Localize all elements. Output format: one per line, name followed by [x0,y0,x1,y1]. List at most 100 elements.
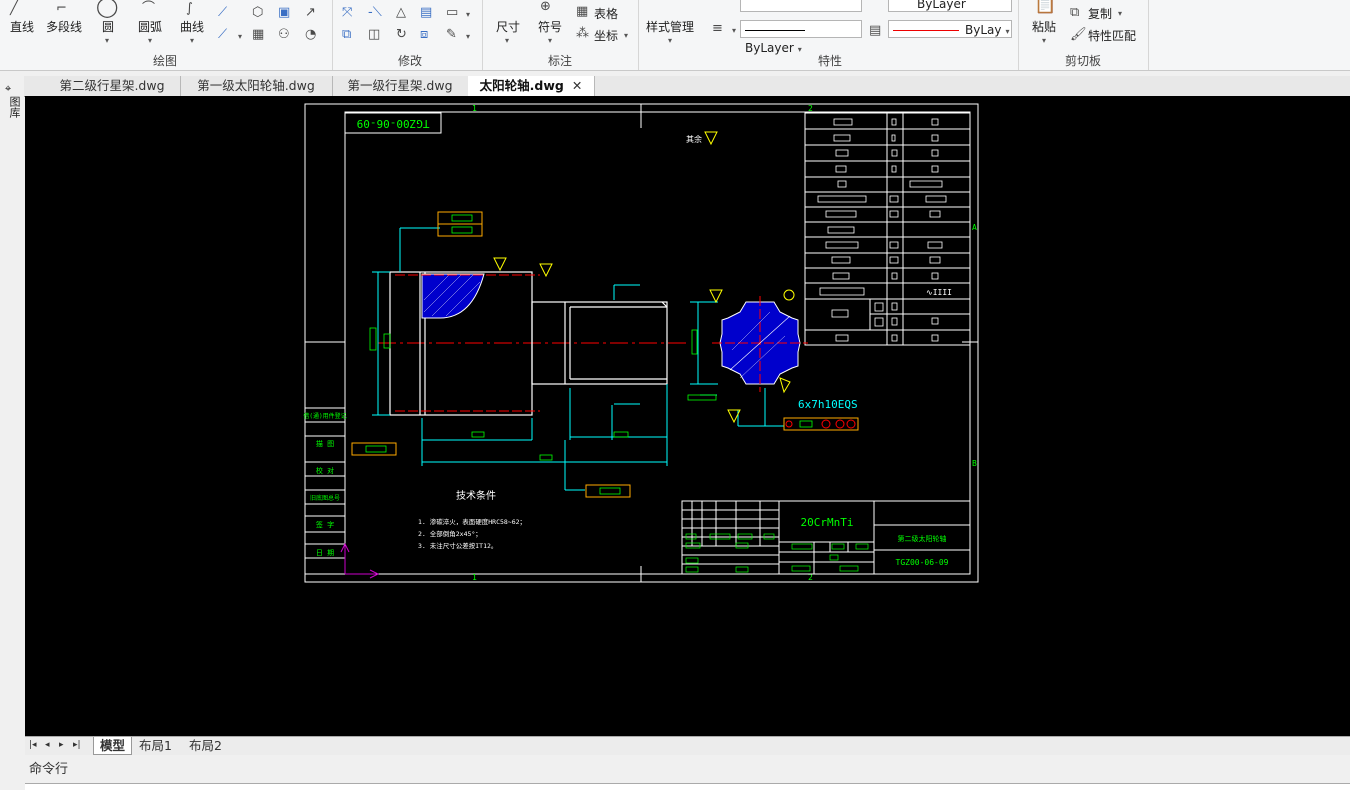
dimension-tool[interactable]: 尺寸 [496,18,520,35]
polyline-tool[interactable]: 多段线 [46,18,82,35]
lineweight-value: ByLay [965,23,1002,37]
file-tab[interactable]: 第一级太阳轮轴.dwg [180,76,333,96]
circle-icon[interactable]: ◯ [96,0,118,16]
paste-icon[interactable]: 📋 [1034,0,1056,14]
boundary-icon[interactable]: ⚇ [278,28,290,41]
dimension-dropdown-icon[interactable]: ▾ [505,36,509,45]
library-panel-tab[interactable]: 图库 [6,96,22,118]
drawing-viewport[interactable]: 1 2 1 2 A B TGZ00-06-09 其余 ∿IIII 6x7h10E… [25,96,1350,736]
copy-obj-icon[interactable]: ⧉ [342,28,351,41]
copy-dropdown-icon[interactable]: ▾ [1118,9,1122,18]
block-icon[interactable]: ▣ [278,6,290,19]
curve-dropdown-icon[interactable]: ▾ [190,36,194,45]
roughness-symbol [704,131,718,146]
ribbon: ╱ 直线 ⌐ 多段线 ◯ 圆 ▾ ⌒ 圆弧 ▾ ∫ 曲线 ▾ ⟋ ⟋ ▾ ⬡ ▦… [0,0,1350,71]
point-icon[interactable]: ↗ [305,6,316,19]
circle-tool[interactable]: 圆 [102,18,114,35]
trim-icon[interactable]: -⟍ [368,6,382,19]
polyline-icon[interactable]: ⌐ [56,2,67,15]
array-icon[interactable]: ▤ [420,6,432,19]
wipeout-icon[interactable]: ◔ [305,28,316,41]
next-layout-icon[interactable]: ▸ [59,737,64,754]
pin-icon[interactable]: ⌖ [5,82,11,96]
side-label: 旧底图总号 [310,494,340,502]
draw-more-dropdown-icon[interactable]: ▾ [238,32,242,41]
color-combo[interactable]: ByLayer [888,0,1012,12]
arc-dropdown-icon[interactable]: ▾ [148,36,152,45]
copy-tool[interactable]: 复制 [1088,5,1112,22]
tab-layout1[interactable]: 布局1 [139,737,172,754]
side-label: 借(通)用件登记 [303,412,346,420]
line-icon[interactable]: ╱ [10,2,18,15]
stretch-icon[interactable]: ◫ [368,28,380,41]
coordinate-dropdown-icon[interactable]: ▾ [624,31,628,40]
table-tool[interactable]: 表格 [594,5,618,22]
annotate-group-label: 标注 [547,54,572,68]
tab-model[interactable]: 模型 [93,737,133,755]
line-tool[interactable]: 直线 [10,18,34,35]
symbol-dropdown-icon[interactable]: ▾ [548,36,552,45]
style-manager-dropdown-icon[interactable]: ▾ [668,36,672,45]
tab-layout2[interactable]: 布局2 [189,737,222,754]
file-tab[interactable]: 第一级行星架.dwg [332,76,469,96]
linetype-combo[interactable]: ByLayer ▾ [740,20,862,55]
ray-icon[interactable]: ⟋ [218,6,227,19]
scale-icon[interactable]: ⧈ [420,28,428,41]
title-block-labels [685,533,869,573]
lineweight-icon[interactable]: ≡ [712,22,723,35]
symbol-tool[interactable]: 符号 [538,18,562,35]
xline-icon[interactable]: ⟋ [218,28,227,41]
coordinate-tool[interactable]: 坐标 [594,27,618,44]
lineweight-dropdown-icon[interactable]: ▾ [732,26,736,35]
table-icon[interactable]: ▦ [576,5,588,18]
balloon-marker [783,289,795,301]
paste-tool[interactable]: 粘贴 [1032,18,1056,35]
spline-section [712,296,808,392]
copy-icon[interactable]: ⧉ [1070,6,1079,19]
paste-dropdown-icon[interactable]: ▾ [1042,36,1046,45]
symbol-icon[interactable]: ⊕ [540,0,551,13]
offset-icon[interactable]: ▭ [446,6,458,19]
explode-icon[interactable]: ✎ [446,28,457,41]
match-properties-tool[interactable]: 特性匹配 [1088,27,1136,44]
prev-layout-icon[interactable]: ◂ [45,737,50,754]
circle-dropdown-icon[interactable]: ▾ [105,36,109,45]
arc-tool[interactable]: 圆弧 [138,18,162,35]
move-icon[interactable]: ⤧ [342,6,352,19]
first-layout-icon[interactable]: |◂ [29,737,37,754]
side-label: 日 期 [316,549,334,557]
part-name-label: 第二级太阳轮轴 [898,534,947,543]
lineweight-combo[interactable]: ByLay ▾ [888,20,1012,38]
file-tab[interactable]: 第二级行星架.dwg [44,76,181,96]
part-number-label: TGZ00-06-09 [896,558,949,567]
section-hatch [421,273,485,319]
arc-icon[interactable]: ⌒ [142,2,155,15]
zone-mark: 1 [472,104,477,113]
rotate-icon[interactable]: ↻ [396,28,407,41]
modify-group-label: 修改 [397,54,422,68]
curve-tool[interactable]: 曲线 [180,18,204,35]
hatch-icon[interactable]: ▦ [252,28,264,41]
roughness-other-label: 其余 [686,134,702,144]
zone-mark: B [972,459,977,468]
last-layout-icon[interactable]: ▸| [73,737,81,754]
mirror-icon[interactable]: △ [396,6,406,19]
file-tab-active[interactable]: 太阳轮轴.dwg ✕ [468,76,595,96]
coordinate-icon[interactable]: ⁂ [576,27,589,40]
chevron-down-icon: ▾ [1005,27,1010,36]
zone-mark: 1 [472,573,477,582]
edit-dropdown-icon[interactable]: ▾ [466,32,470,41]
close-icon[interactable]: ✕ [572,78,582,93]
zone-mark: 2 [808,104,813,113]
zone-mark: A [972,223,977,232]
match-properties-icon[interactable]: 🖌 [1070,28,1087,41]
layer-combo[interactable] [740,0,862,12]
offset-dropdown-icon[interactable]: ▾ [466,10,470,19]
left-panel: ⌖ 图库 [0,76,24,756]
file-tab-label: 第一级太阳轮轴.dwg [197,78,315,93]
region-icon[interactable]: ⬡ [252,6,263,19]
lineweight-sample-icon: ▤ [869,23,882,38]
style-manager-tool[interactable]: 样式管理 [646,18,694,35]
color-value: ByLayer [917,0,966,11]
curve-icon[interactable]: ∫ [186,2,193,15]
